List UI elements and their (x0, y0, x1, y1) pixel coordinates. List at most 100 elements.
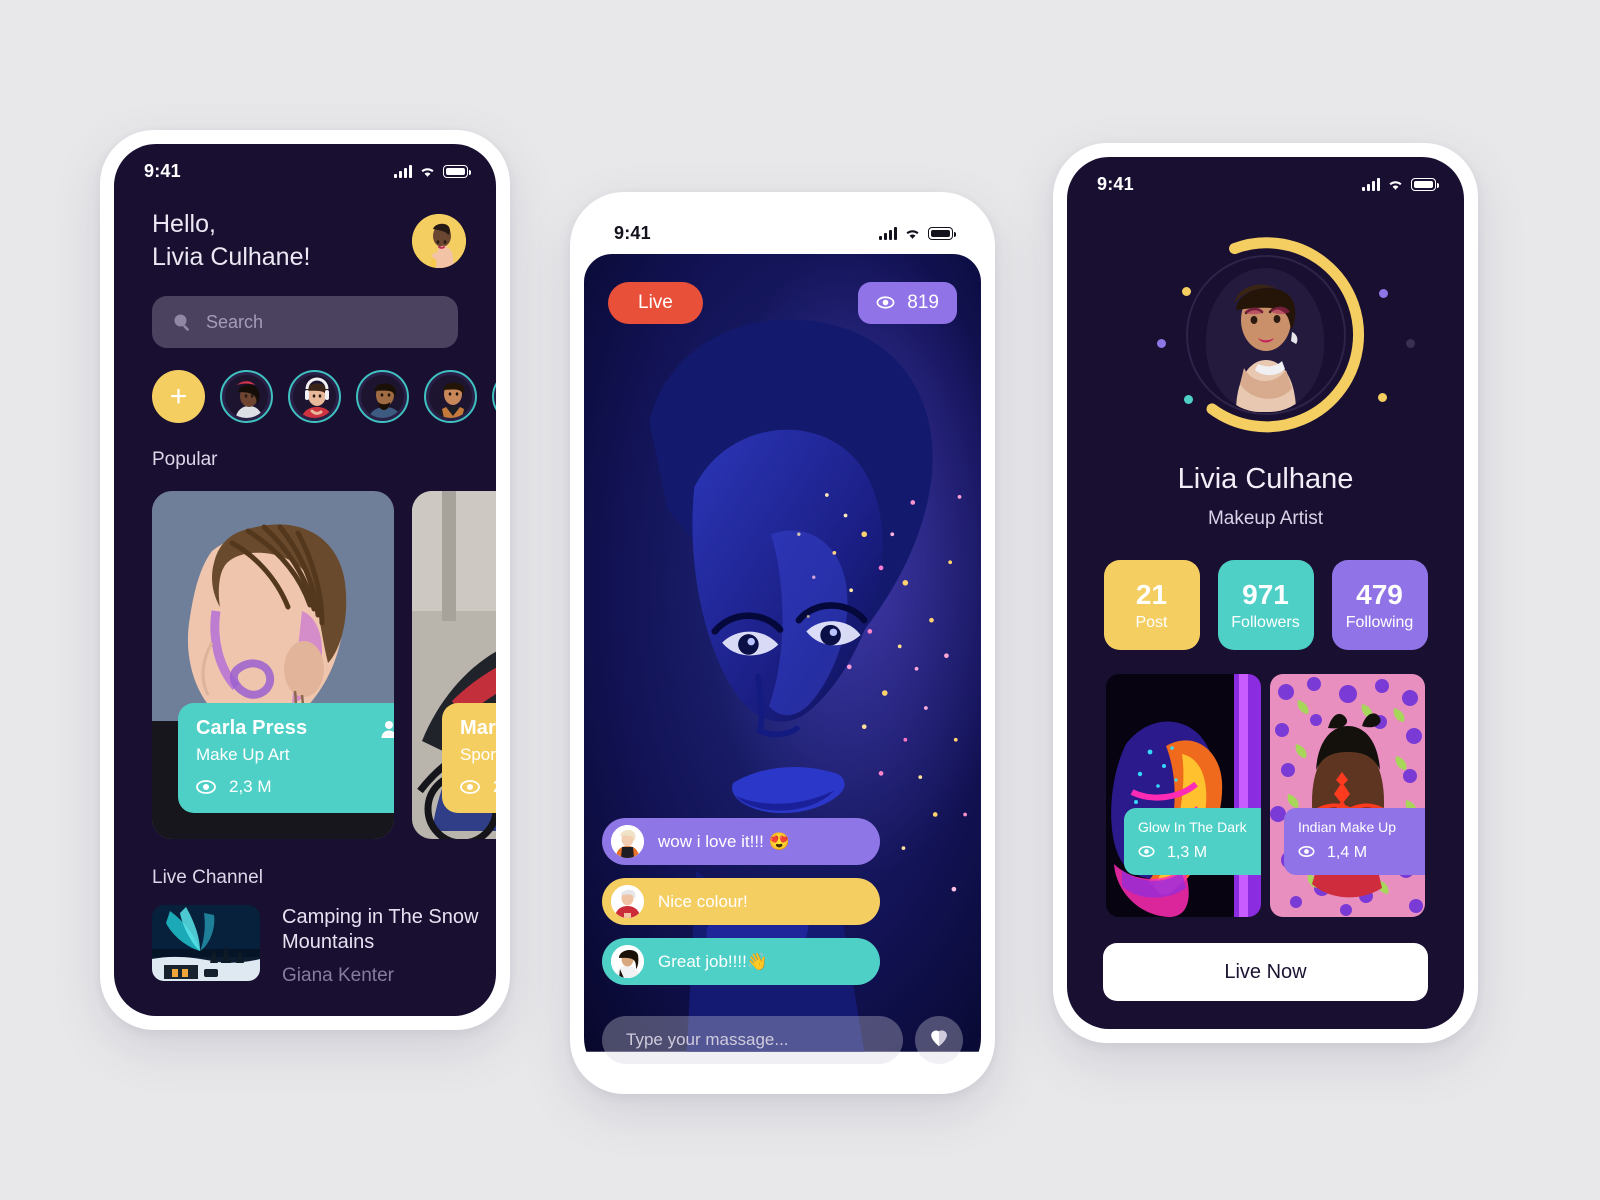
gallery-row: Glow In The Dark 1,3 M Indian Make Up 1,… (1067, 674, 1464, 917)
battery-icon (1411, 177, 1439, 191)
live-channel-author: Giana Kenter (282, 965, 394, 986)
popular-card[interactable]: Marcus Sport 2,1 M (412, 491, 496, 839)
status-time: 9:41 (614, 222, 651, 243)
chat-text: wow i love it!!! 😍 (658, 831, 790, 851)
battery-icon (928, 226, 956, 240)
live-top-bar: Live 819 (584, 282, 981, 324)
message-placeholder: Type your massage... (626, 1030, 789, 1049)
popular-card[interactable]: Carla Press Make Up Art 2,3 M (152, 491, 394, 839)
story-avatar-5[interactable] (492, 370, 496, 423)
heart-icon (928, 1027, 950, 1054)
avatar-image (361, 375, 404, 418)
live-channel-title: Live Channel (152, 867, 263, 888)
gallery-views: 1,3 M (1138, 843, 1259, 863)
avatar (611, 885, 644, 918)
avatar (611, 825, 644, 858)
stat-value: 479 (1356, 578, 1403, 610)
stat-value: 21 (1135, 578, 1168, 610)
gallery-card-tag: Indian Make Up 1,4 M (1284, 808, 1425, 875)
popular-category: Sport (460, 745, 496, 764)
popular-title: Popular (152, 449, 218, 470)
compose-row[interactable]: Type your massage... (602, 1016, 963, 1064)
avatar-image (429, 375, 472, 418)
profile-avatar-ring (1166, 235, 1366, 435)
live-channel-thumbnail (152, 905, 260, 981)
status-bar: 9:41 (584, 206, 981, 254)
stats-row: 21 Post 971 Followers 479 Following (1067, 560, 1464, 650)
gallery-views: 1,4 M (1298, 843, 1425, 863)
chat-text: Great job!!!!👋 (658, 951, 768, 971)
popular-views: 2,3 M (196, 777, 394, 797)
viewer-count: 819 (907, 292, 939, 313)
status-icons (394, 164, 471, 178)
signal-icon (394, 164, 412, 178)
avatar[interactable] (412, 214, 466, 268)
popular-views-count: 2,3 M (229, 777, 272, 796)
phone-live-stream: 9:41 Live 819 wow i love it!!! 😍 Nice co… (570, 192, 995, 1094)
viewer-count-badge[interactable]: 819 (858, 282, 957, 324)
decor-dot-yellow (1378, 393, 1387, 402)
eye-icon (196, 777, 216, 797)
live-channel-item[interactable]: Camping in The Snow Mountains Giana Kent… (114, 889, 496, 987)
popular-row[interactable]: Carla Press Make Up Art 2,3 M Mar Spor (114, 471, 496, 839)
stories-row[interactable]: + (114, 348, 496, 423)
phone-home: 9:41 Hello, Livia Culhane! Search + Popu… (100, 130, 510, 1030)
wifi-icon (419, 165, 436, 178)
decor-dot-purple (1379, 289, 1388, 298)
popular-name: Carla Press (196, 717, 308, 739)
screen-live-stream: 9:41 Live 819 wow i love it!!! 😍 Nice co… (584, 206, 981, 1080)
profile-photo (1205, 268, 1324, 412)
avatar-image (225, 375, 268, 418)
eye-icon (1138, 843, 1158, 863)
story-avatar-2[interactable] (288, 370, 341, 423)
gallery-title: Indian Make Up (1298, 819, 1397, 835)
stat-label: Following (1345, 613, 1414, 631)
wifi-icon (1387, 178, 1404, 191)
avatar (611, 945, 644, 978)
status-icons (1362, 177, 1439, 191)
live-video[interactable]: Live 819 wow i love it!!! 😍 Nice colour!… (584, 254, 981, 1080)
stat-following[interactable]: 479 Following (1331, 560, 1428, 650)
home-body: Hello, Livia Culhane! Search + Popular C… (114, 192, 496, 1016)
popular-views-count: 2,1 M (493, 777, 496, 797)
send-heart-button[interactable] (915, 1016, 963, 1064)
gallery-card[interactable]: Glow In The Dark 1,3 M (1106, 674, 1261, 917)
stat-post[interactable]: 21 Post (1103, 560, 1200, 650)
search-icon (172, 312, 192, 332)
story-avatar-4[interactable] (424, 370, 477, 423)
profile-role: Makeup Artist (1207, 508, 1324, 529)
stat-followers[interactable]: 971 Followers (1217, 560, 1314, 650)
eye-icon (876, 293, 896, 313)
screen-home: 9:41 Hello, Livia Culhane! Search + Popu… (114, 144, 496, 1016)
gallery-card[interactable]: Indian Make Up 1,4 M (1270, 674, 1425, 917)
signal-icon (879, 226, 897, 240)
live-badge[interactable]: Live (608, 282, 703, 324)
search-input[interactable]: Search (152, 296, 458, 348)
live-now-button[interactable]: Live Now (1103, 943, 1428, 1001)
gallery-card-tag: Glow In The Dark 1,3 M (1124, 808, 1261, 875)
stat-label: Post (1135, 613, 1168, 631)
gallery-views-count: 1,3 M (1167, 844, 1208, 861)
decor-dot-grey (1406, 339, 1415, 348)
story-avatar-3[interactable] (356, 370, 409, 423)
status-time: 9:41 (1097, 173, 1134, 194)
add-person-icon[interactable] (380, 718, 394, 740)
status-bar: 9:41 (1067, 157, 1464, 205)
greeting-line-1: Hello, (152, 210, 216, 238)
story-avatar-1[interactable] (220, 370, 273, 423)
signal-icon (1362, 177, 1380, 191)
popular-card-tag: Marcus Sport 2,1 M (442, 703, 496, 813)
gallery-views-count: 1,4 M (1327, 844, 1368, 861)
eye-icon (1298, 843, 1318, 863)
chat-message: Great job!!!!👋 (602, 938, 880, 985)
profile-hero (1067, 227, 1464, 457)
story-add-button[interactable]: + (152, 370, 205, 423)
popular-card-tag: Carla Press Make Up Art 2,3 M (178, 703, 394, 813)
popular-category: Make Up Art (196, 745, 290, 764)
profile-body: Livia Culhane Makeup Artist 21 Post 971 … (1067, 227, 1464, 1029)
chat-text: Nice colour! (658, 891, 748, 911)
message-input[interactable]: Type your massage... (602, 1016, 903, 1064)
popular-name: Marcus (460, 717, 496, 739)
wifi-icon (904, 227, 921, 240)
greeting: Hello, Livia Culhane! (152, 208, 310, 274)
